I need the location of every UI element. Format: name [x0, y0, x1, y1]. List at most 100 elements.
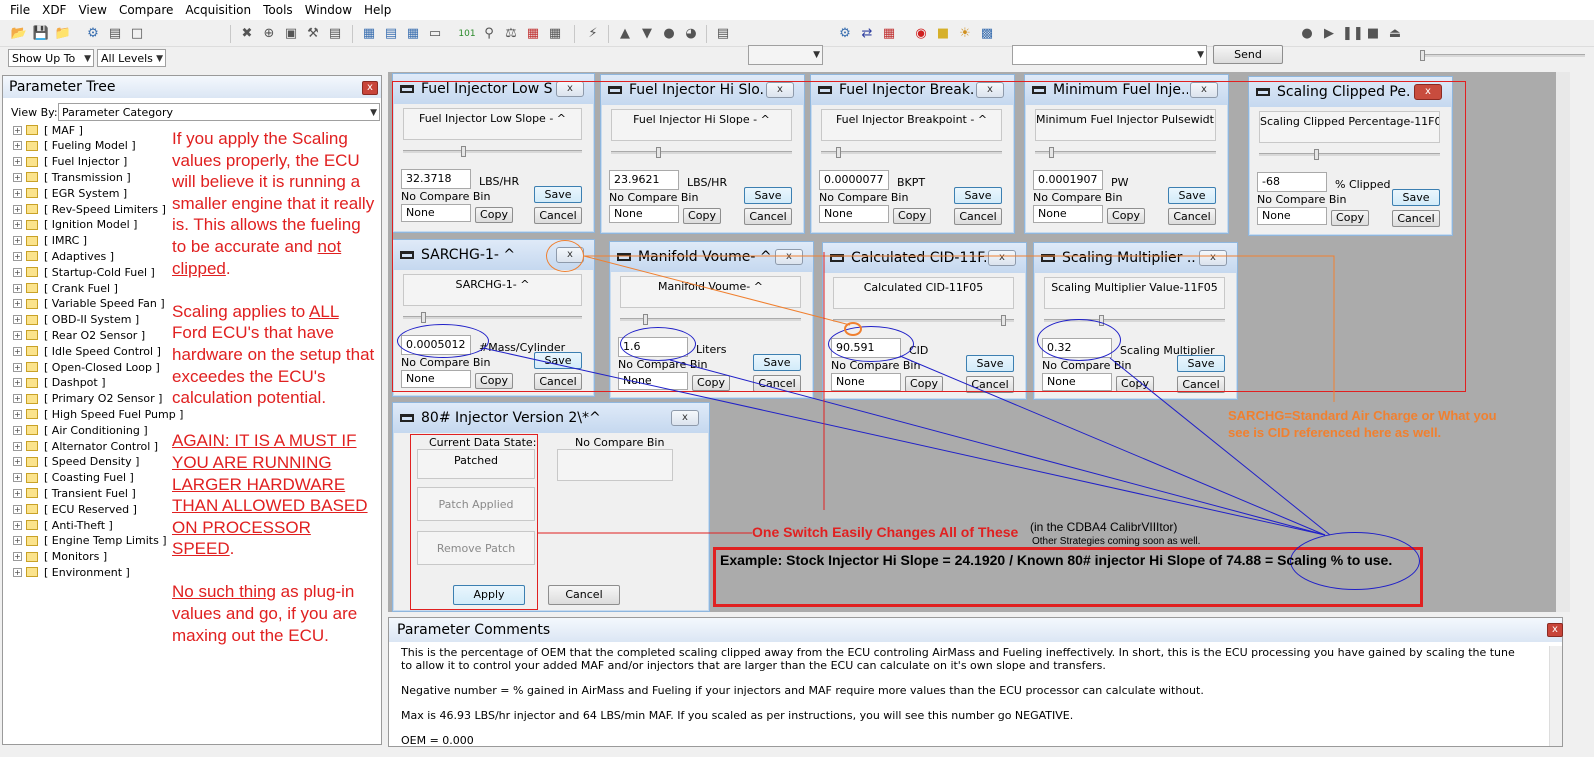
- expand-icon[interactable]: +: [13, 330, 22, 340]
- record-icon[interactable]: ●: [660, 25, 678, 43]
- tree-item[interactable]: + [ MAF ]: [13, 122, 83, 138]
- expand-icon[interactable]: +: [13, 457, 22, 467]
- expand-icon[interactable]: +: [13, 362, 22, 372]
- menu-compare[interactable]: Compare: [113, 0, 179, 20]
- binary-icon[interactable]: 101: [458, 25, 476, 43]
- expand-icon[interactable]: +: [13, 251, 22, 261]
- tree-item[interactable]: + [ High Speed Fuel Pump ]: [13, 406, 183, 422]
- expand-icon[interactable]: +: [13, 236, 22, 246]
- tree-item[interactable]: + [ Fuel Injector ]: [13, 154, 127, 170]
- stop-square-icon[interactable]: ■: [1364, 25, 1382, 43]
- arrow-up-icon[interactable]: ▲: [616, 25, 634, 43]
- expand-icon[interactable]: +: [13, 346, 22, 356]
- expand-icon[interactable]: +: [13, 141, 22, 151]
- expand-icon[interactable]: +: [13, 473, 22, 483]
- tree-item[interactable]: + [ Idle Speed Control ]: [13, 343, 161, 359]
- tree-item[interactable]: + [ Fueling Model ]: [13, 138, 136, 154]
- split-view-icon[interactable]: ▤: [382, 25, 400, 43]
- tree-item[interactable]: + [ Rev-Speed Limiters ]: [13, 201, 166, 217]
- menu-acquisition[interactable]: Acquisition: [179, 0, 257, 20]
- pause-icon[interactable]: ❚❚: [1342, 25, 1364, 43]
- workspace-scrollbar[interactable]: [1556, 72, 1570, 612]
- playback-slider[interactable]: [1420, 50, 1585, 61]
- tree-item[interactable]: + [ Dashpot ]: [13, 375, 106, 391]
- expand-icon[interactable]: +: [13, 125, 22, 135]
- tree-item[interactable]: + [ Ignition Model ]: [13, 217, 137, 233]
- tree-item[interactable]: + [ Rear O2 Sensor ]: [13, 327, 145, 343]
- wrench-icon[interactable]: ⚒: [304, 25, 322, 43]
- stop-icon[interactable]: ◉: [912, 25, 930, 43]
- expand-icon[interactable]: +: [13, 409, 22, 419]
- close-icon[interactable]: x: [671, 410, 699, 426]
- settings-icon[interactable]: ⚙: [836, 25, 854, 43]
- expand-icon[interactable]: +: [13, 552, 22, 562]
- window-layout-icon[interactable]: ▦: [360, 25, 378, 43]
- menu-view[interactable]: View: [72, 0, 112, 20]
- tree-item[interactable]: + [ Monitors ]: [13, 549, 107, 565]
- menu-xdf[interactable]: XDF: [36, 0, 72, 20]
- expand-icon[interactable]: +: [13, 204, 22, 214]
- chip-icon[interactable]: ▤: [714, 25, 732, 43]
- all-levels-select[interactable]: All Levels ▼: [97, 49, 166, 67]
- expand-icon[interactable]: +: [13, 520, 22, 530]
- tree-item[interactable]: + [ Speed Density ]: [13, 454, 139, 470]
- expand-icon[interactable]: +: [13, 220, 22, 230]
- export-icon[interactable]: ▤: [106, 25, 124, 43]
- expand-icon[interactable]: +: [13, 299, 22, 309]
- patch-window-titlebar[interactable]: 80# Injector Version 2\*^ x: [393, 403, 709, 433]
- magnifier-icon[interactable]: ⚲: [480, 25, 498, 43]
- expand-icon[interactable]: +: [13, 188, 22, 198]
- tree-item[interactable]: + [ Transmission ]: [13, 169, 131, 185]
- expand-icon[interactable]: +: [13, 488, 22, 498]
- monitor-icon[interactable]: ▭: [426, 25, 444, 43]
- menu-file[interactable]: File: [4, 0, 36, 20]
- note-icon[interactable]: ■: [934, 25, 952, 43]
- eject-icon[interactable]: ⏏: [1386, 25, 1404, 43]
- port-select[interactable]: ▼: [1012, 45, 1207, 65]
- expand-icon[interactable]: +: [13, 504, 22, 514]
- add-icon[interactable]: ⊕: [260, 25, 278, 43]
- expand-icon[interactable]: +: [13, 267, 22, 277]
- record-dot-icon[interactable]: ●: [1298, 25, 1316, 43]
- tree-item[interactable]: + [ Startup-Cold Fuel ]: [13, 264, 155, 280]
- expand-icon[interactable]: +: [13, 378, 22, 388]
- comments-scrollbar[interactable]: [1549, 646, 1562, 746]
- tree-item[interactable]: + [ Engine Temp Limits ]: [13, 533, 167, 549]
- arrow-down-icon[interactable]: ▼: [638, 25, 656, 43]
- patch-cancel-button[interactable]: Cancel: [548, 585, 620, 605]
- expand-icon[interactable]: +: [13, 441, 22, 451]
- expand-icon[interactable]: +: [13, 172, 22, 182]
- calculator-icon[interactable]: ▦: [546, 25, 564, 43]
- expand-icon[interactable]: +: [13, 157, 22, 167]
- tree-item[interactable]: + [ EGR System ]: [13, 185, 127, 201]
- tree-item[interactable]: + [ Environment ]: [13, 564, 130, 580]
- delete-icon[interactable]: ✖: [238, 25, 256, 43]
- view-by-select[interactable]: Parameter Category ▼: [58, 103, 380, 121]
- expand-icon[interactable]: +: [13, 536, 22, 546]
- datalog-icon[interactable]: ▦: [880, 25, 898, 43]
- swap-icon[interactable]: ⇄: [858, 25, 876, 43]
- tree-item[interactable]: + [ Alternator Control ]: [13, 438, 158, 454]
- expand-icon[interactable]: +: [13, 315, 22, 325]
- tree-item[interactable]: + [ ECU Reserved ]: [13, 501, 137, 517]
- expand-icon[interactable]: +: [13, 425, 22, 435]
- copy-icon[interactable]: ▣: [282, 25, 300, 43]
- compare-icon[interactable]: ▦: [524, 25, 542, 43]
- open-bin-icon[interactable]: 📁: [54, 25, 72, 43]
- expand-icon[interactable]: +: [13, 283, 22, 293]
- tree-item[interactable]: + [ Anti-Theft ]: [13, 517, 113, 533]
- balance-scale-icon[interactable]: ⚖: [502, 25, 520, 43]
- tree-item[interactable]: + [ Transient Fuel ]: [13, 485, 136, 501]
- new-document-icon[interactable]: □: [128, 25, 146, 43]
- tree-item[interactable]: + [ Air Conditioning ]: [13, 422, 148, 438]
- tree-item[interactable]: + [ Coasting Fuel ]: [13, 470, 134, 486]
- expand-icon[interactable]: +: [13, 394, 22, 404]
- close-icon[interactable]: x: [1547, 623, 1563, 637]
- tree-item[interactable]: + [ Open-Closed Loop ]: [13, 359, 160, 375]
- menu-window[interactable]: Window: [299, 0, 358, 20]
- tree-item[interactable]: + [ Variable Speed Fan ]: [13, 296, 165, 312]
- expand-icon[interactable]: +: [13, 567, 22, 577]
- pie-icon[interactable]: ◕: [682, 25, 700, 43]
- tree-item[interactable]: + [ Primary O2 Sensor ]: [13, 391, 162, 407]
- show-up-to-select[interactable]: Show Up To ▼: [8, 49, 94, 67]
